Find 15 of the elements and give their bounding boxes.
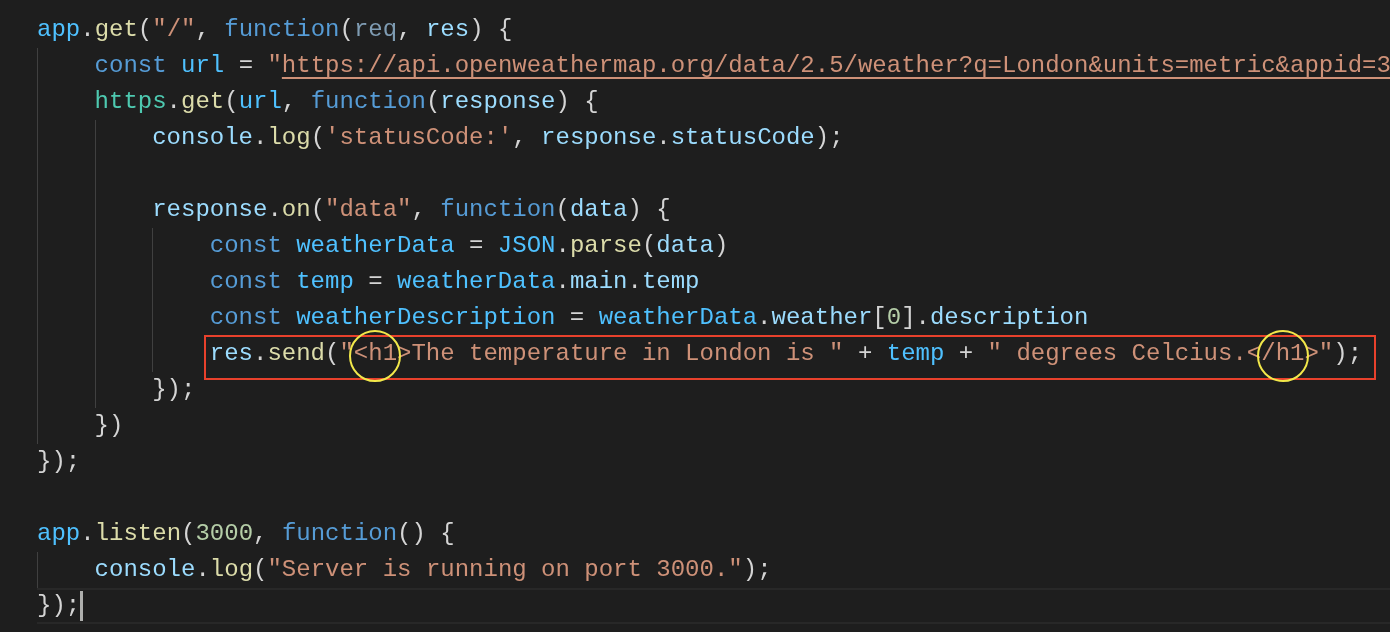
code-line: app.get("/", function(req, res) { (37, 15, 513, 45)
code-line: const weatherData = JSON.parse(data) (209, 231, 729, 261)
code-line: response.on("data", function(data) { (152, 195, 671, 225)
code-line: console.log('statusCode:', response.statusCode); (152, 123, 844, 153)
code-line: }); (152, 375, 196, 405)
text-cursor (80, 591, 84, 621)
code-line: }); (37, 591, 81, 621)
code-line: const url = "https://api.openweathermap.org/data/2.5/weather?q=London&units=metric&appid=3 (94, 51, 1390, 81)
code-line: const weatherDescription = weatherData.weather[0].description (209, 303, 1089, 333)
code-line: const temp = weatherData.main.temp (209, 267, 700, 297)
code-line: }); (37, 447, 81, 477)
code-line: https.get(url, function(response) { (94, 87, 599, 117)
code-line: console.log("Server is running on port 3000."); (94, 555, 772, 585)
code-line: app.listen(3000, function() { (37, 519, 455, 549)
code-line: }) (94, 411, 124, 441)
